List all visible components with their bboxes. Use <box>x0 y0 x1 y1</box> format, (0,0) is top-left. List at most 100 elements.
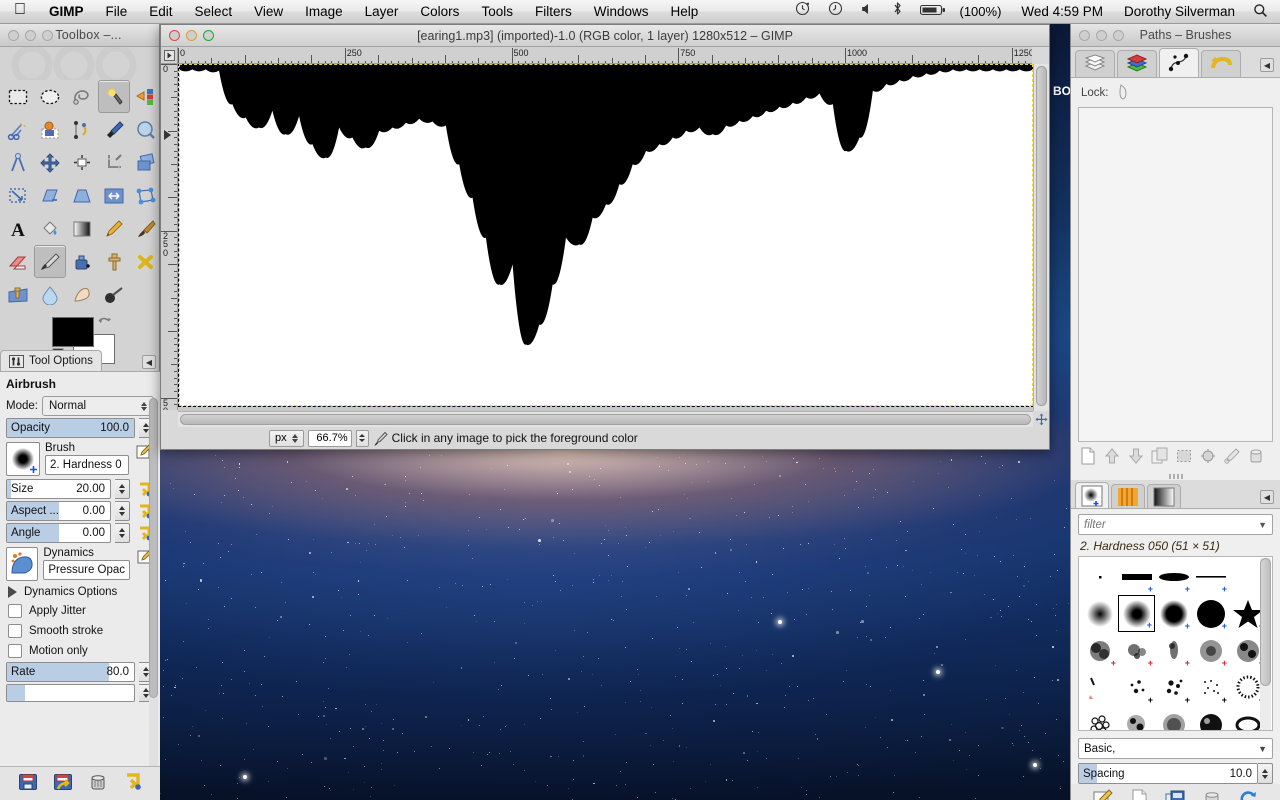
paths-dock-menu-button[interactable]: ◀ <box>1260 58 1274 72</box>
brush-cell[interactable]: + <box>1192 595 1229 632</box>
tab-gradients[interactable] <box>1147 484 1181 508</box>
delete-brush-icon[interactable] <box>1202 789 1222 800</box>
brush-cell[interactable] <box>1081 558 1118 595</box>
crop-tool[interactable] <box>98 146 130 179</box>
brush-cell[interactable]: + <box>1155 595 1192 632</box>
clock-icon[interactable] <box>819 0 852 24</box>
size-stepper[interactable] <box>115 479 130 499</box>
tab-layers[interactable] <box>1075 50 1115 77</box>
ellipse-select-tool[interactable] <box>34 80 66 113</box>
battery-icon[interactable] <box>912 0 950 24</box>
apply-jitter-row[interactable]: Apply Jitter <box>0 601 160 621</box>
foreground-color-swatch[interactable] <box>52 317 94 347</box>
motion-only-row[interactable]: Motion only <box>0 641 160 661</box>
navigation-preview-button[interactable] <box>1033 411 1049 427</box>
aspect-slider[interactable]: Aspect ... 0.00 <box>6 501 111 521</box>
brush-preview[interactable] <box>6 442 40 476</box>
tool-options-menu-button[interactable]: ◀ <box>142 355 156 369</box>
gradient-tool[interactable] <box>66 212 98 245</box>
brush-cell[interactable]: + <box>1155 669 1192 706</box>
measure-tool[interactable] <box>2 146 34 179</box>
bluetooth-icon[interactable] <box>883 0 912 24</box>
brush-cell[interactable]: + <box>1155 558 1192 595</box>
ink-tool[interactable] <box>66 245 98 278</box>
eraser-tool[interactable] <box>2 245 34 278</box>
size-slider[interactable]: Size 20.00 <box>6 479 111 499</box>
brush-cell[interactable]: + <box>1118 632 1155 669</box>
foreground-select-tool[interactable] <box>34 113 66 146</box>
brush-filter-field[interactable] <box>1084 518 1259 531</box>
menu-item-select[interactable]: Select <box>184 0 244 24</box>
brush-cell[interactable]: + <box>1118 706 1155 730</box>
brush-cell[interactable]: + <box>1118 558 1155 595</box>
vertical-ruler[interactable]: 0250500 <box>161 64 178 410</box>
perspective-tool[interactable] <box>66 179 98 212</box>
bucket-fill-tool[interactable] <box>34 212 66 245</box>
tab-undo-history[interactable] <box>1201 50 1241 77</box>
canvas-horizontal-scrollbar[interactable] <box>178 411 1033 427</box>
timemachine-icon[interactable] <box>786 0 819 24</box>
flip-tool[interactable] <box>98 179 130 212</box>
menu-item-windows[interactable]: Windows <box>583 0 660 24</box>
menu-item-view[interactable]: View <box>243 0 294 24</box>
menu-item-colors[interactable]: Colors <box>409 0 470 24</box>
alignment-tool[interactable] <box>66 146 98 179</box>
restore-tool-preset-icon[interactable] <box>53 772 73 795</box>
lower-path-icon[interactable] <box>1127 447 1145 468</box>
ruler-origin-button[interactable] <box>161 47 178 64</box>
tab-paths[interactable] <box>1159 48 1199 77</box>
brush-cell[interactable]: + <box>1192 706 1229 730</box>
brush-cell[interactable]: + <box>1081 706 1118 730</box>
paths-tool[interactable] <box>66 113 98 146</box>
brush-grid-scrollbar[interactable] <box>1260 558 1271 730</box>
menu-clock[interactable]: Wed 4:59 PM <box>1010 0 1114 24</box>
save-tool-preset-icon[interactable] <box>18 772 38 795</box>
tool-grid[interactable]: A <box>0 80 159 311</box>
brush-cell[interactable]: + <box>1192 558 1229 595</box>
mode-select[interactable]: Normal <box>41 396 154 416</box>
unit-select[interactable]: px <box>269 429 304 447</box>
cage-transform-tool[interactable] <box>130 179 162 212</box>
menu-item-file[interactable]: File <box>95 0 139 24</box>
brush-grid[interactable]: + + + + + + + + + + + + + + <box>1078 556 1273 731</box>
blur-sharpen-tool[interactable] <box>34 278 66 311</box>
angle-slider[interactable]: Angle 0.00 <box>6 523 111 543</box>
menu-item-gimp[interactable]: GIMP <box>38 0 95 24</box>
apply-jitter-checkbox[interactable] <box>8 604 22 618</box>
clone-tool[interactable] <box>98 245 130 278</box>
dynamics-options-expander[interactable]: Dynamics Options <box>0 583 160 601</box>
duplicate-path-icon[interactable] <box>1151 447 1169 468</box>
brush-filter-chevron-icon[interactable]: ▼ <box>1258 520 1267 530</box>
edit-brush-icon[interactable] <box>1093 788 1113 800</box>
new-brush-icon[interactable] <box>1129 789 1149 800</box>
heal-tool[interactable] <box>130 245 162 278</box>
airbrush-tool[interactable] <box>34 245 66 278</box>
free-select-tool[interactable] <box>66 80 98 113</box>
duplicate-brush-icon[interactable] <box>1165 789 1185 800</box>
tab-channels[interactable] <box>1117 50 1157 77</box>
aspect-stepper[interactable] <box>115 501 130 521</box>
brush-cell[interactable]: + <box>1192 632 1229 669</box>
brush-cell-selected[interactable]: + <box>1118 595 1155 632</box>
spotlight-search-icon[interactable] <box>1245 3 1280 21</box>
brushes-dock-menu-button[interactable]: ◀ <box>1260 490 1274 504</box>
rate-slider[interactable]: Rate 80.0 <box>6 662 135 682</box>
select-by-color-tool[interactable] <box>130 80 162 113</box>
text-tool[interactable]: A <box>2 212 34 245</box>
brush-tag-select[interactable]: Basic, ▼ <box>1078 738 1273 759</box>
tab-tool-options[interactable]: Tool Options <box>0 350 102 371</box>
canvas-vertical-scrollbar[interactable] <box>1033 64 1049 411</box>
horizontal-ruler[interactable]: 0 250 500 750 1000 1250 <box>178 47 1032 64</box>
tab-patterns[interactable] <box>1111 484 1145 508</box>
lock-pixels-icon[interactable] <box>1117 83 1132 103</box>
rect-select-tool[interactable] <box>2 80 34 113</box>
dock-resize-grip[interactable] <box>1071 472 1280 480</box>
color-picker-tool[interactable] <box>98 113 130 146</box>
tool-options-scrollbar[interactable] <box>149 398 158 788</box>
brush-cell[interactable]: + <box>1155 706 1192 730</box>
delete-path-icon[interactable] <box>1247 447 1265 468</box>
swap-colors-icon[interactable] <box>96 315 112 334</box>
paths-list[interactable] <box>1078 107 1273 442</box>
image-canvas[interactable] <box>178 64 1033 407</box>
pencil-tool[interactable] <box>98 212 130 245</box>
